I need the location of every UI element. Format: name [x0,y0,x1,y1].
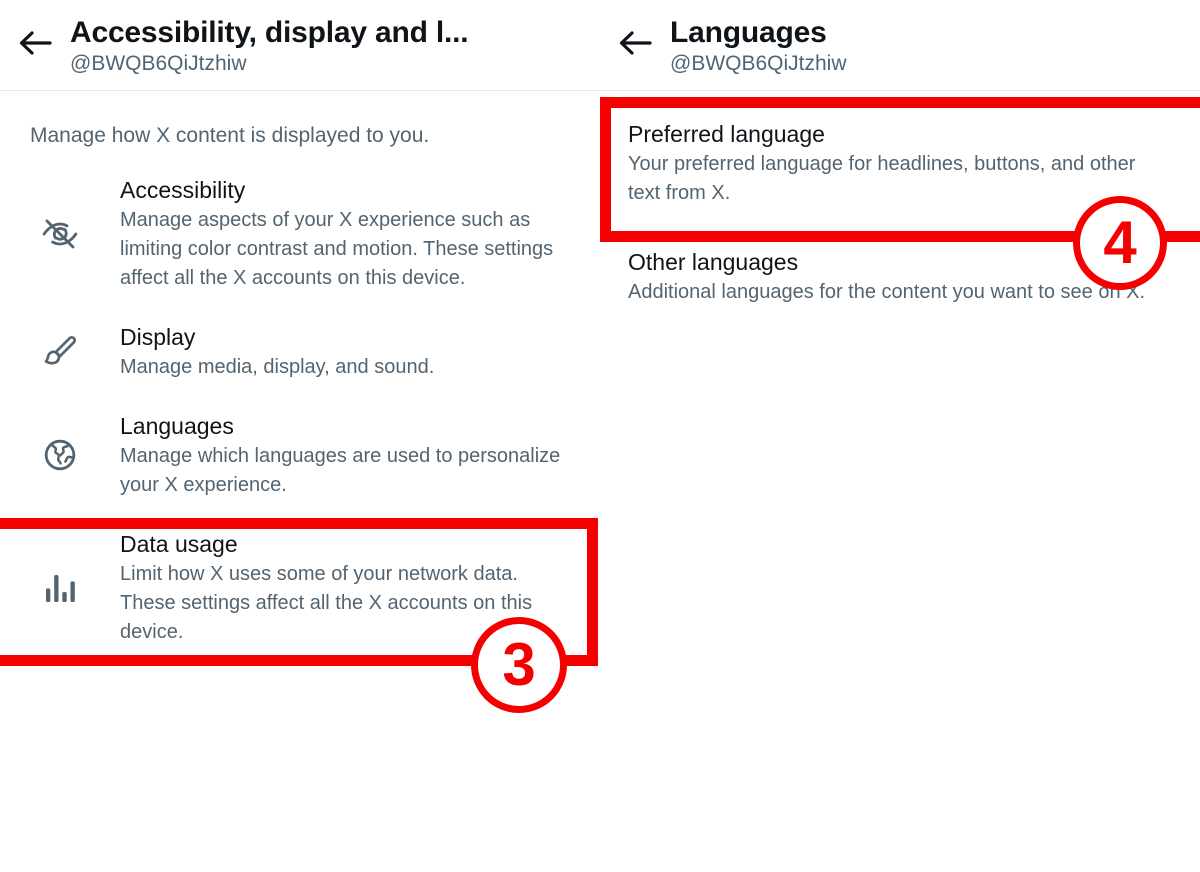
setting-row-accessibility[interactable]: Accessibility Manage aspects of your X e… [0,160,600,307]
back-arrow-icon [618,28,652,58]
left-header-text: Accessibility, display and l... @BWQB6Qi… [70,14,468,77]
setting-description: Manage media, display, and sound. [120,356,435,378]
setting-description: Your preferred language for headlines, b… [628,153,1136,204]
setting-description: Limit how X uses some of your network da… [120,563,533,643]
account-handle-right: @BWQB6QiJtzhiw [670,52,847,75]
right-header-text: Languages @BWQB6QiJtzhiw [670,14,847,77]
header-divider-right [600,90,1200,91]
settings-list-left: Accessibility Manage aspects of your X e… [0,160,600,661]
setting-text-data-usage: Data usage Limit how X uses some of your… [120,528,576,647]
eye-off-icon [0,214,120,254]
setting-title: Languages [120,413,234,439]
settings-list-right: Preferred language Your preferred langua… [600,104,1200,321]
setting-text-accessibility: Accessibility Manage aspects of your X e… [120,174,576,293]
setting-text-other-languages: Other languages Additional languages for… [628,246,1160,307]
setting-row-display[interactable]: Display Manage media, display, and sound… [0,307,600,396]
setting-description: Manage aspects of your X experience such… [120,209,554,289]
setting-row-other-languages[interactable]: Other languages Additional languages for… [600,222,1200,321]
setting-text-preferred-language: Preferred language Your preferred langua… [628,118,1160,208]
setting-row-languages[interactable]: Languages Manage which languages are use… [0,396,600,514]
panel-description: Manage how X content is displayed to you… [30,124,430,147]
globe-icon [0,435,120,475]
back-button-right[interactable] [600,14,670,58]
setting-text-display: Display Manage media, display, and sound… [120,321,576,382]
right-panel-header: Languages @BWQB6QiJtzhiw [600,0,1200,91]
setting-title: Accessibility [120,177,246,203]
setting-description: Manage which languages are used to perso… [120,445,561,496]
setting-description: Additional languages for the content you… [628,281,1146,303]
account-handle-left: @BWQB6QiJtzhiw [70,52,247,75]
left-panel-body: Manage how X content is displayed to you… [0,90,600,661]
setting-title: Data usage [120,531,238,557]
bar-chart-icon [0,568,120,608]
page-title-left: Accessibility, display and l... [70,16,469,49]
page-title-right: Languages [670,16,827,49]
setting-row-preferred-language[interactable]: Preferred language Your preferred langua… [600,104,1200,222]
back-arrow-icon [18,28,52,58]
setting-row-data-usage[interactable]: Data usage Limit how X uses some of your… [0,514,600,661]
back-button-left[interactable] [0,14,70,58]
setting-title: Other languages [628,249,799,275]
languages-panel: Languages @BWQB6QiJtzhiw Preferred langu… [600,0,1200,872]
right-panel-body: Preferred language Your preferred langua… [600,104,1200,321]
setting-text-languages: Languages Manage which languages are use… [120,410,576,500]
setting-title: Preferred language [628,121,825,147]
paintbrush-icon [0,332,120,372]
left-panel-header: Accessibility, display and l... @BWQB6Qi… [0,0,600,91]
screenshot-root: Accessibility, display and l... @BWQB6Qi… [0,0,1200,872]
setting-title: Display [120,324,196,350]
accessibility-display-panel: Accessibility, display and l... @BWQB6Qi… [0,0,600,872]
